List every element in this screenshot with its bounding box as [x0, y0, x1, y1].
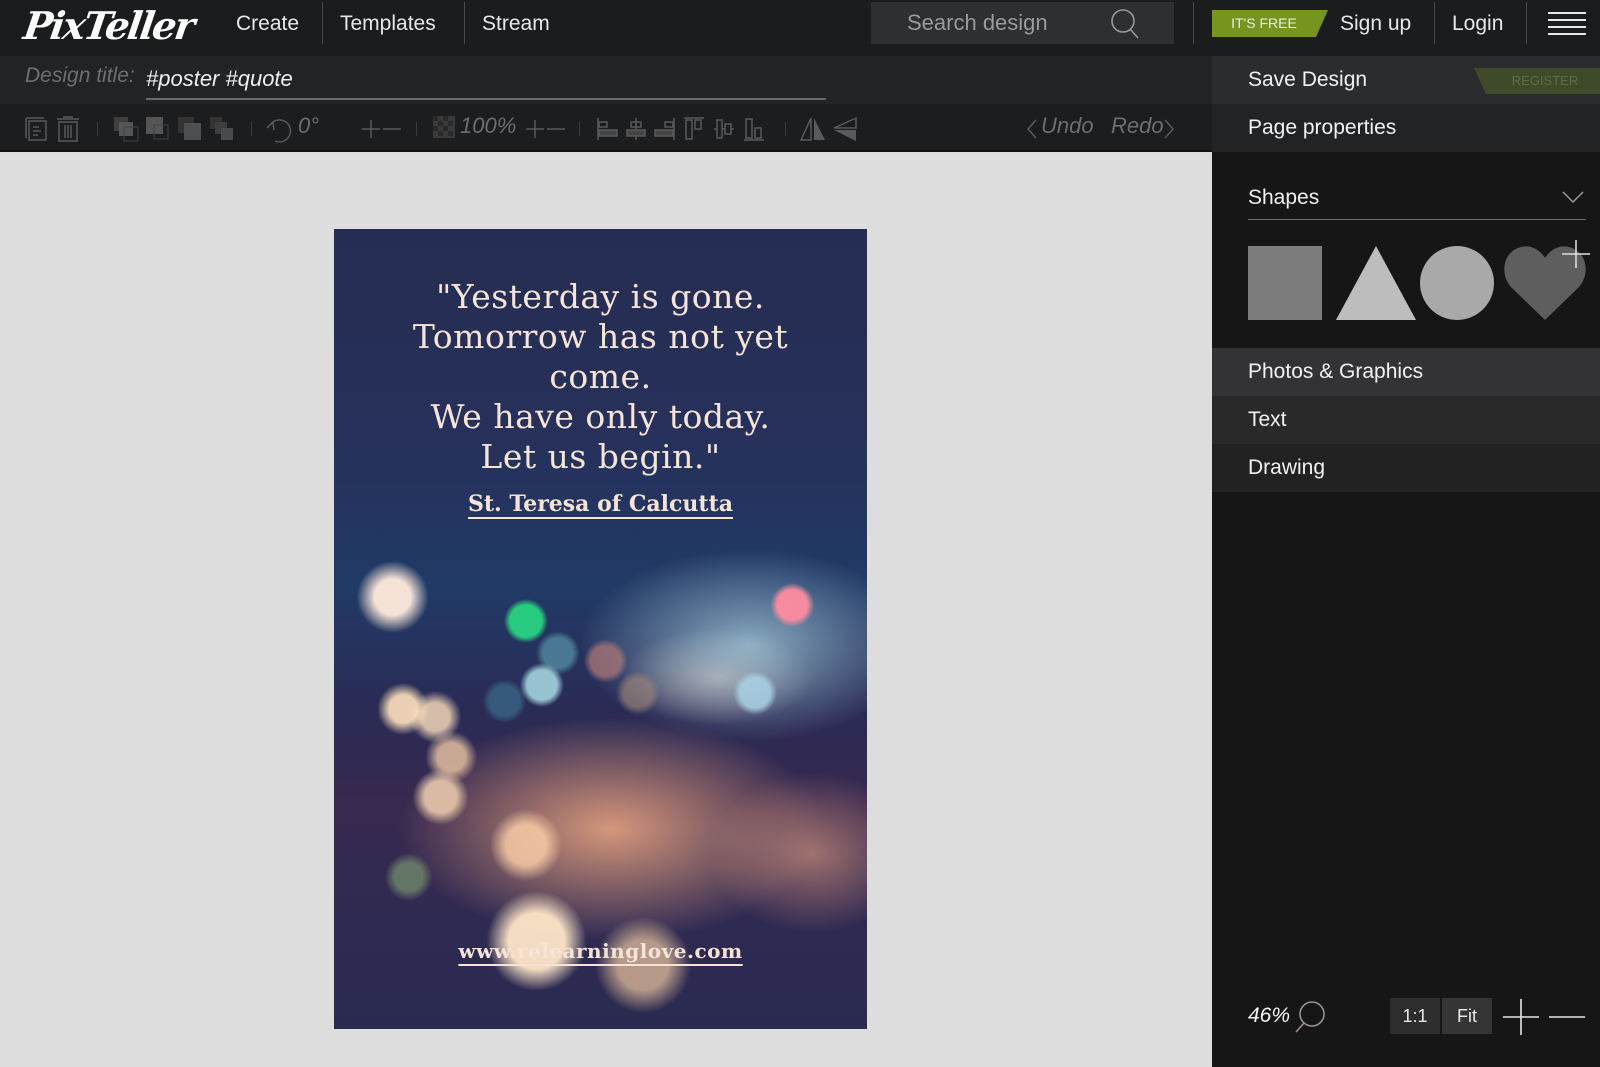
- shape-triangle[interactable]: [1336, 246, 1416, 320]
- zoom-in-icon[interactable]: [1502, 998, 1540, 1036]
- toolbar-separator: [251, 122, 252, 136]
- bring-forward-icon[interactable]: [145, 116, 171, 142]
- rotate-plus-icon[interactable]: [361, 116, 381, 142]
- align-bottom-icon[interactable]: [743, 116, 765, 142]
- rotate-icon[interactable]: [265, 116, 295, 143]
- undo-chevron-icon[interactable]: [1026, 118, 1038, 144]
- nav-separator: [1193, 2, 1194, 44]
- search-icon[interactable]: [1109, 8, 1141, 40]
- zoom-magnifier-icon[interactable]: [1292, 1000, 1326, 1034]
- nav-create[interactable]: Create: [236, 0, 299, 56]
- nav-stream[interactable]: Stream: [482, 0, 550, 56]
- save-design-label: Save Design: [1248, 68, 1368, 91]
- zoom-fit-button[interactable]: Fit: [1442, 998, 1492, 1034]
- align-center-icon[interactable]: [625, 116, 647, 142]
- section-photos-graphics[interactable]: Photos & Graphics: [1212, 348, 1600, 396]
- page-properties-button[interactable]: Page properties: [1212, 104, 1600, 152]
- poster-artboard[interactable]: "Yesterday is gone. Tomorrow has not yet…: [334, 229, 867, 1029]
- editor-toolbar: 0° 100% Undo Redo: [0, 104, 1212, 152]
- shape-circle[interactable]: [1420, 246, 1494, 320]
- add-shape-icon[interactable]: [1562, 240, 1590, 268]
- shapes-section-header[interactable]: Shapes: [1248, 176, 1586, 220]
- opacity-icon: [433, 116, 455, 142]
- right-panel: Save Design REGISTER Page properties Sha…: [1212, 56, 1600, 1067]
- opacity-plus-icon[interactable]: [525, 116, 545, 142]
- send-backward-icon[interactable]: [177, 116, 203, 142]
- poster-url-text[interactable]: www.relearninglove.com: [458, 939, 742, 963]
- design-title-label: Design title:: [25, 64, 135, 87]
- nav-templates[interactable]: Templates: [340, 0, 436, 56]
- logo[interactable]: PixTeller: [21, 2, 208, 50]
- flip-vertical-icon[interactable]: [832, 116, 858, 142]
- design-canvas-area: "Yesterday is gone. Tomorrow has not yet…: [0, 154, 1212, 1067]
- nav-separator: [322, 2, 323, 44]
- nav-separator: [464, 2, 465, 44]
- shape-square[interactable]: [1248, 246, 1322, 320]
- toolbar-separator: [97, 122, 98, 136]
- poster-author[interactable]: St. Teresa of Calcutta: [334, 491, 867, 517]
- pixteller-editor: PixTeller Create Templates Stream IT'S F…: [0, 0, 1600, 1067]
- bring-to-front-icon[interactable]: [113, 116, 139, 142]
- redo-button[interactable]: Redo: [1111, 113, 1164, 139]
- top-navigation-bar: PixTeller Create Templates Stream IT'S F…: [0, 0, 1600, 56]
- flip-horizontal-icon[interactable]: [800, 116, 826, 142]
- delete-icon[interactable]: [56, 116, 80, 142]
- sign-up-link[interactable]: Sign up: [1340, 0, 1411, 56]
- design-title-row: Design title:: [0, 56, 1212, 104]
- its-free-badge: IT'S FREE: [1212, 10, 1328, 37]
- zoom-level: 46%: [1248, 1004, 1291, 1027]
- undo-button[interactable]: Undo: [1041, 113, 1094, 139]
- nav-separator: [1434, 2, 1435, 44]
- redo-chevron-icon[interactable]: [1163, 118, 1175, 144]
- shapes-title: Shapes: [1248, 186, 1320, 209]
- toolbar-separator: [416, 122, 417, 136]
- save-design-button[interactable]: Save Design REGISTER: [1212, 56, 1600, 104]
- poster-author-text[interactable]: St. Teresa of Calcutta: [468, 491, 733, 517]
- search-box: [871, 2, 1174, 44]
- section-drawing[interactable]: Drawing: [1212, 444, 1600, 492]
- login-link[interactable]: Login: [1452, 0, 1503, 56]
- align-middle-icon[interactable]: [713, 116, 735, 142]
- toolbar-separator: [785, 122, 786, 136]
- register-badge[interactable]: REGISTER: [1474, 68, 1600, 94]
- design-title-input[interactable]: [146, 60, 826, 100]
- zoom-one-to-one-button[interactable]: 1:1: [1390, 998, 1440, 1034]
- opacity-minus-icon[interactable]: [546, 116, 566, 142]
- align-left-icon[interactable]: [597, 116, 619, 142]
- section-text[interactable]: Text: [1212, 396, 1600, 444]
- rotation-value[interactable]: 0°: [298, 113, 319, 139]
- send-to-back-icon[interactable]: [209, 116, 235, 142]
- align-right-icon[interactable]: [653, 116, 675, 142]
- poster-quote-text[interactable]: "Yesterday is gone. Tomorrow has not yet…: [334, 277, 867, 477]
- duplicate-icon[interactable]: [24, 116, 50, 142]
- toolbar-separator: [579, 122, 580, 136]
- opacity-value[interactable]: 100%: [460, 113, 516, 139]
- hamburger-menu-icon[interactable]: [1548, 12, 1586, 36]
- poster-url[interactable]: www.relearninglove.com: [334, 939, 867, 963]
- chevron-down-icon[interactable]: [1562, 190, 1584, 204]
- zoom-out-icon[interactable]: [1548, 998, 1586, 1036]
- nav-separator: [1526, 2, 1527, 44]
- rotate-minus-icon[interactable]: [382, 116, 402, 142]
- align-top-icon[interactable]: [683, 116, 705, 142]
- search-input[interactable]: [907, 2, 1117, 44]
